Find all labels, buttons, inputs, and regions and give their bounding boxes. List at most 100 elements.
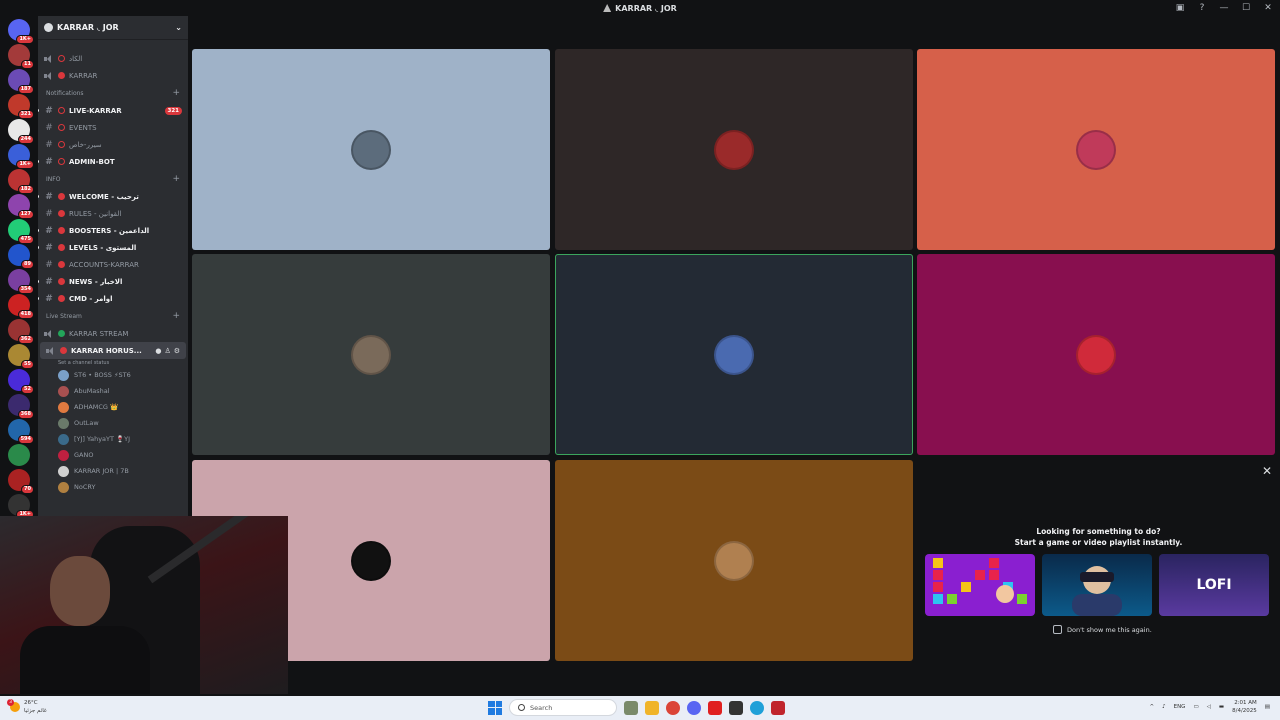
server-icon[interactable]: 368: [8, 394, 34, 419]
help-icon[interactable]: ?: [1196, 2, 1208, 14]
voice-user[interactable]: KARRAR JOR | 7B: [38, 463, 188, 479]
server-icon[interactable]: 475: [8, 219, 34, 244]
maximize-button[interactable]: ☐: [1240, 2, 1252, 14]
participant-tile[interactable]: [917, 254, 1275, 455]
participant-tile[interactable]: [555, 254, 913, 455]
add-channel-icon[interactable]: +: [172, 174, 180, 184]
server-icon[interactable]: 52: [8, 369, 34, 394]
checkbox-icon[interactable]: [1053, 625, 1062, 634]
widgets-icon[interactable]: [624, 700, 638, 715]
start-button[interactable]: [488, 700, 502, 715]
text-channel[interactable]: # NEWS - الاخبار: [38, 273, 188, 290]
chrome-icon[interactable]: [666, 700, 680, 715]
category-notifications[interactable]: Notifications +: [38, 84, 188, 102]
app-icon[interactable]: [771, 700, 785, 715]
file-explorer-icon[interactable]: [645, 700, 659, 715]
category-info[interactable]: INFO +: [38, 170, 188, 188]
network-icon[interactable]: ▭: [1193, 704, 1198, 710]
server-icon[interactable]: 362: [8, 319, 34, 344]
voice-channel-stream[interactable]: KARRAR STREAM: [38, 325, 188, 342]
unread-indicator: [38, 297, 39, 300]
add-channel-icon[interactable]: +: [172, 88, 180, 98]
server-icon[interactable]: 187: [8, 69, 34, 94]
status-icon: [58, 124, 65, 131]
server-icon[interactable]: 1K+: [8, 144, 34, 169]
notification-icon[interactable]: ▤: [1265, 704, 1270, 710]
tray-chevron-icon[interactable]: ^: [1149, 704, 1154, 710]
inbox-icon[interactable]: ▣: [1174, 2, 1186, 14]
minimize-button[interactable]: —: [1218, 2, 1230, 14]
server-icon[interactable]: 89: [8, 244, 34, 269]
text-channel[interactable]: # ACCOUNTS-KARRAR: [38, 256, 188, 273]
text-channel[interactable]: # WELCOME - ترحيب: [38, 188, 188, 205]
text-channel[interactable]: # LEVELS - المستوى: [38, 239, 188, 256]
participant-tile[interactable]: [555, 460, 913, 661]
server-icon[interactable]: 594: [8, 419, 34, 444]
close-window-button[interactable]: ✕: [1262, 2, 1274, 14]
guild-header[interactable]: KARRAR ◟ JOR ⌄: [38, 16, 188, 40]
language-indicator[interactable]: ENG: [1174, 704, 1186, 710]
text-channel[interactable]: # LIVE-KARRAR 321: [38, 102, 188, 119]
guild-logo-icon: [603, 4, 612, 12]
voice-user[interactable]: ST6 • BOSS ⚡ST6: [38, 367, 188, 383]
add-channel-icon[interactable]: +: [172, 311, 180, 321]
text-channel[interactable]: # EVENTS: [38, 119, 188, 136]
chevron-down-icon[interactable]: ⌄: [175, 23, 182, 32]
voice-user[interactable]: [YJ] YahyaYT 🍷YJ: [38, 431, 188, 447]
text-channel[interactable]: # BOOSTERS - الداعمين: [38, 222, 188, 239]
server-icon[interactable]: 244: [8, 119, 34, 144]
edge-icon[interactable]: [750, 700, 764, 715]
hash-icon: #: [45, 276, 53, 287]
gear-icon[interactable]: ⚙: [174, 347, 180, 355]
server-icon[interactable]: 11: [8, 44, 34, 69]
participant-tile[interactable]: [555, 49, 913, 250]
voice-user[interactable]: ADHAMCG 👑: [38, 399, 188, 415]
guild-icon: [44, 23, 53, 32]
channel-status-hint[interactable]: Set a channel status: [38, 359, 188, 367]
status-icon: [58, 55, 65, 62]
server-icon[interactable]: 182: [8, 169, 34, 194]
youtube-icon[interactable]: [708, 700, 722, 715]
activity-card-blocks[interactable]: [925, 554, 1035, 616]
dont-show-checkbox[interactable]: Don't show me this again.: [1053, 625, 1152, 634]
mention-badge: 321: [164, 106, 182, 115]
voice-user[interactable]: NoCRY: [38, 479, 188, 495]
category-live-stream[interactable]: Live Stream +: [38, 307, 188, 325]
clock[interactable]: 2:01 AM 8/4/2025: [1232, 699, 1257, 715]
voice-channel-selected[interactable]: KARRAR HORUS... ● ♙ ⚙: [40, 342, 186, 359]
text-channel[interactable]: # CMD - اوامر: [38, 290, 188, 307]
voice-channel[interactable]: KARRAR: [38, 67, 188, 84]
server-icon[interactable]: 1K+: [8, 494, 34, 516]
text-channel[interactable]: # ADMIN-BOT: [38, 153, 188, 170]
voice-user[interactable]: GANO: [38, 447, 188, 463]
close-icon[interactable]: ✕: [1262, 464, 1272, 478]
hash-icon: #: [45, 208, 53, 219]
server-icon[interactable]: 1K+: [8, 19, 34, 44]
taskbar-search[interactable]: Search: [509, 699, 617, 716]
media-icon[interactable]: [729, 700, 743, 715]
mic-icon[interactable]: ♪: [1162, 704, 1166, 710]
invite-icon[interactable]: ♙: [164, 347, 170, 355]
activity-card-soulbound[interactable]: [1042, 554, 1152, 616]
server-icon[interactable]: 354: [8, 269, 34, 294]
discord-icon[interactable]: [687, 700, 701, 715]
battery-icon[interactable]: ▬: [1219, 704, 1224, 710]
participant-tile[interactable]: [917, 49, 1275, 250]
server-icon[interactable]: 321: [8, 94, 34, 119]
voice-user[interactable]: OutLaw: [38, 415, 188, 431]
voice-channel[interactable]: الكاد: [38, 50, 188, 67]
text-channel[interactable]: # RULES - القوانين: [38, 205, 188, 222]
activity-card-lofi[interactable]: LOFI: [1159, 554, 1269, 616]
chat-icon[interactable]: ●: [155, 347, 161, 355]
participant-tile[interactable]: [192, 254, 550, 455]
server-icon[interactable]: 418: [8, 294, 34, 319]
server-icon[interactable]: 127: [8, 194, 34, 219]
volume-icon[interactable]: ◁: [1207, 704, 1211, 710]
server-icon[interactable]: [8, 444, 30, 466]
participant-tile[interactable]: [192, 49, 550, 250]
voice-user[interactable]: AbuMashal: [38, 383, 188, 399]
weather-widget[interactable]: 3 26°C غائم جزئيا: [7, 699, 47, 715]
server-icon[interactable]: 55: [8, 344, 34, 369]
text-channel[interactable]: # سيرر-خاص: [38, 136, 188, 153]
server-icon[interactable]: 70: [8, 469, 34, 494]
